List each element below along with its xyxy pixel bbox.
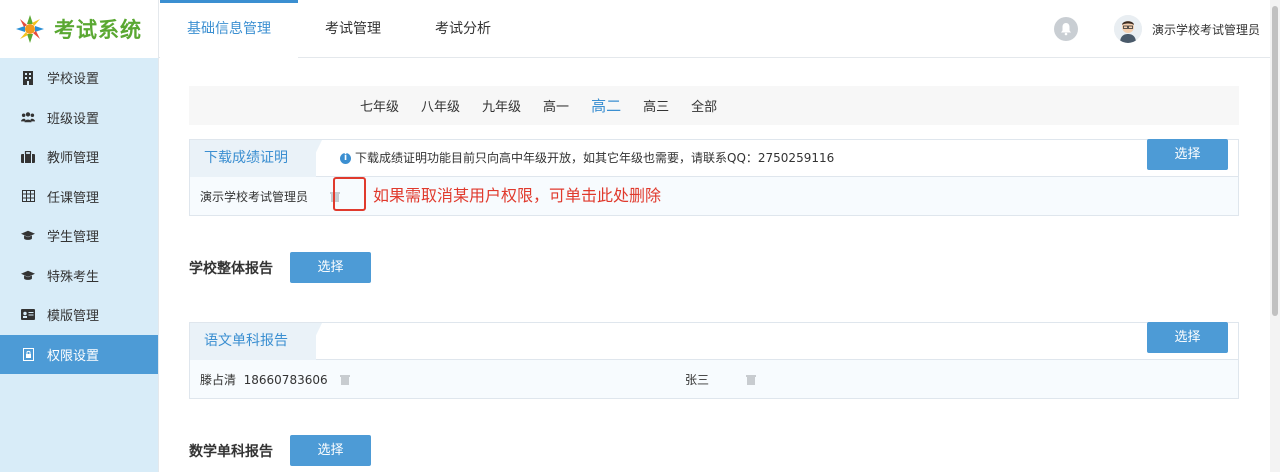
info-icon: i [340, 153, 351, 164]
sidebar-item-label: 模版管理 [47, 309, 100, 325]
scrollbar[interactable] [1270, 0, 1280, 472]
notice-text: i 下载成绩证明功能目前只向高中年级开放，如其它年级也需要，请联系QQ：2750… [340, 140, 834, 177]
select-button[interactable]: 选择 [290, 252, 371, 283]
certificate-panel: 下载成绩证明 i 下载成绩证明功能目前只向高中年级开放，如其它年级也需要，请联系… [189, 139, 1239, 216]
section-title: 学校整体报告 [189, 260, 273, 277]
grade-tab-active[interactable]: 高二 [591, 95, 621, 116]
notice-message: 下载成绩证明功能目前只向高中年级开放，如其它年级也需要，请联系QQ：275025… [355, 151, 835, 165]
panel-tab-tail [304, 140, 322, 177]
math-report-row: 数学单科报告 选择 [189, 435, 371, 466]
nav-exam-analysis[interactable]: 考试分析 [408, 0, 518, 58]
select-button[interactable]: 选择 [1147, 322, 1228, 353]
panel-users: 滕占清 18660783606 张三 [190, 360, 1238, 398]
panel-header: 语文单科报告 选择 [190, 322, 1238, 360]
sidebar-item-label: 学校设置 [47, 72, 100, 88]
grade-tab[interactable]: 全部 [691, 96, 717, 115]
trash-icon[interactable] [339, 374, 350, 385]
panel-title: 语文单科报告 [190, 323, 316, 360]
group-icon [21, 110, 35, 124]
user-name[interactable]: 演示学校考试管理员 [1152, 21, 1280, 38]
sidebar: 学校设置 班级设置 教师管理 任课管理 学生管理 特殊考生 模版管理 权限设置 [0, 58, 159, 472]
top-header: 考试系统 基础信息管理 考试管理 考试分析 演示学校考试管理员 [0, 0, 1280, 58]
panel-tab-tail [304, 323, 322, 360]
delete-highlight-box [333, 177, 366, 211]
logo[interactable]: 考试系统 [0, 0, 159, 58]
building-icon [21, 70, 35, 85]
panel-users: 演示学校考试管理员 如果需取消某用户权限，可单击此处删除 [190, 177, 1238, 215]
school-report-row: 学校整体报告 选择 [189, 252, 371, 283]
trash-icon[interactable] [746, 374, 756, 385]
sidebar-item-label: 任课管理 [47, 190, 100, 206]
nav-exam-management[interactable]: 考试管理 [298, 0, 408, 58]
sidebar-item-permission-settings[interactable]: 权限设置 [0, 334, 158, 374]
select-button[interactable]: 选择 [290, 435, 371, 466]
sidebar-item-label: 学生管理 [47, 230, 100, 246]
grade-tab[interactable]: 高三 [643, 96, 669, 115]
sidebar-item-student-management[interactable]: 学生管理 [0, 216, 158, 256]
lock-file-icon [21, 347, 35, 361]
select-button[interactable]: 选择 [1147, 139, 1228, 170]
avatar[interactable] [1114, 15, 1142, 43]
id-card-icon [21, 308, 35, 322]
delete-hint: 如果需取消某用户权限，可单击此处删除 [373, 186, 662, 205]
user-entry: 张三 [685, 372, 710, 387]
grade-filter: 七年级 八年级 九年级 高一 高二 高三 全部 [189, 86, 1239, 125]
chinese-report-panel: 语文单科报告 选择 滕占清 18660783606 张三 [189, 322, 1239, 399]
nav-basic-info[interactable]: 基础信息管理 [160, 0, 298, 58]
sidebar-item-label: 教师管理 [47, 151, 100, 167]
main-content: 七年级 八年级 九年级 高一 高二 高三 全部 下载成绩证明 i 下载成绩证明功… [160, 58, 1270, 472]
sidebar-item-label: 权限设置 [47, 348, 100, 364]
sidebar-item-label: 特殊考生 [47, 269, 100, 285]
grade-tab[interactable]: 八年级 [421, 96, 460, 115]
sidebar-item-school-settings[interactable]: 学校设置 [0, 58, 158, 98]
user-entry: 滕占清 18660783606 [200, 372, 328, 387]
panel-header: 下载成绩证明 i 下载成绩证明功能目前只向高中年级开放，如其它年级也需要，请联系… [190, 139, 1238, 177]
graduation-cap-icon [21, 268, 35, 282]
top-nav: 基础信息管理 考试管理 考试分析 [160, 0, 518, 58]
scrollbar-thumb[interactable] [1272, 6, 1278, 316]
sidebar-item-special-candidates[interactable]: 特殊考生 [0, 256, 158, 296]
grid-icon [21, 189, 35, 203]
grade-tab[interactable]: 高一 [543, 96, 569, 115]
sidebar-item-course-management[interactable]: 任课管理 [0, 177, 158, 217]
briefcase-icon [21, 150, 35, 164]
section-title: 数学单科报告 [189, 443, 273, 460]
sidebar-item-label: 班级设置 [47, 111, 100, 127]
header-user-area: 演示学校考试管理员 [1054, 0, 1280, 58]
grade-tab[interactable]: 七年级 [360, 96, 399, 115]
logo-text: 考试系统 [54, 18, 142, 42]
graduation-cap-icon [21, 229, 35, 243]
sidebar-item-teacher-management[interactable]: 教师管理 [0, 137, 158, 177]
grade-tab[interactable]: 九年级 [482, 96, 521, 115]
user-entry: 演示学校考试管理员 [200, 189, 309, 204]
bell-icon[interactable] [1054, 17, 1078, 41]
panel-title: 下载成绩证明 [190, 140, 316, 177]
sidebar-item-class-settings[interactable]: 班级设置 [0, 98, 158, 138]
logo-icon [14, 13, 46, 45]
sidebar-item-template-management[interactable]: 模版管理 [0, 295, 158, 335]
